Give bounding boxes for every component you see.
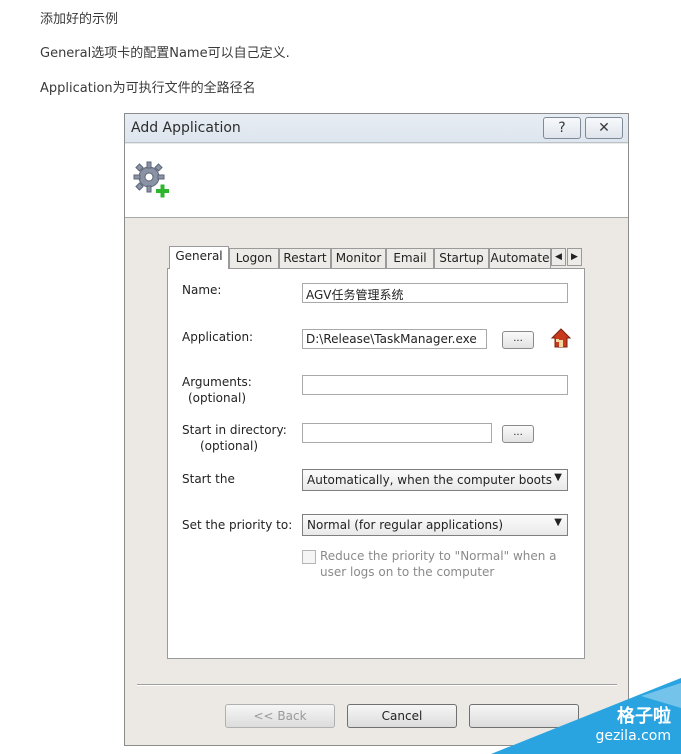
dialog-titlebar[interactable]: Add Application ? ✕ <box>125 114 628 143</box>
startdir-input[interactable] <box>302 423 492 443</box>
help-button[interactable]: ? <box>543 117 581 139</box>
tab-automate[interactable]: Automate <box>489 248 551 268</box>
startdir-optional-label: (optional) <box>200 439 258 453</box>
reduce-priority-checkbox[interactable] <box>302 550 316 564</box>
back-button[interactable]: << Back <box>225 704 335 728</box>
reduce-priority-label-line1: Reduce the priority to "Normal" when a <box>320 549 557 563</box>
tab-monitor[interactable]: Monitor <box>331 248 386 268</box>
tab-email[interactable]: Email <box>386 248 434 268</box>
name-input[interactable]: AGV任务管理系统 <box>302 283 568 303</box>
chevron-down-icon: ▼ <box>554 517 562 528</box>
tab-scroll-right-icon[interactable]: ▶ <box>567 248 582 266</box>
tab-restart[interactable]: Restart <box>279 248 331 268</box>
gezila-watermark: 格子啦 gezila.com <box>491 678 681 754</box>
tab-startup[interactable]: Startup <box>434 248 489 268</box>
chevron-down-icon: ▼ <box>554 472 562 483</box>
dialog-header <box>125 144 628 218</box>
gear-add-icon <box>132 160 172 200</box>
watermark-text-url: gezila.com <box>595 728 671 744</box>
application-input[interactable]: D:\Release\TaskManager.exe <box>302 329 487 349</box>
arguments-label: Arguments: <box>182 375 252 389</box>
application-browse-button[interactable]: ... <box>502 331 534 349</box>
dialog-title: Add Application <box>131 120 241 136</box>
priority-value: Normal (for regular applications) <box>307 518 504 532</box>
tab-scroll-left-icon[interactable]: ◀ <box>551 248 566 266</box>
priority-select[interactable]: Normal (for regular applications) ▼ <box>302 514 568 536</box>
application-label: Application: <box>182 330 254 344</box>
arguments-input[interactable] <box>302 375 568 395</box>
cancel-button[interactable]: Cancel <box>347 704 457 728</box>
arguments-optional-label: (optional) <box>188 391 246 405</box>
house-icon[interactable] <box>550 327 572 349</box>
reduce-priority-label-line2: user logs on to the computer <box>320 565 495 579</box>
tab-logon[interactable]: Logon <box>229 248 279 268</box>
start-mode-select[interactable]: Automatically, when the computer boots ▼ <box>302 469 568 491</box>
close-button[interactable]: ✕ <box>585 117 623 139</box>
start-label: Start the <box>182 472 235 486</box>
watermark-text-cn: 格子啦 <box>617 706 671 727</box>
article-line-2: General选项卡的配置Name可以自己定义. <box>40 46 290 61</box>
startdir-browse-button[interactable]: ... <box>502 425 534 443</box>
article-line-1: 添加好的示例 <box>40 12 119 27</box>
start-mode-value: Automatically, when the computer boots <box>307 473 552 487</box>
name-label: Name: <box>182 283 222 297</box>
general-tab-panel: Name: AGV任务管理系统 Application: D:\Release\… <box>167 268 585 659</box>
add-application-dialog: Add Application ? ✕ General Logon Restar… <box>124 113 629 746</box>
article-line-3: Application为可执行文件的全路径名 <box>40 81 256 96</box>
startdir-label: Start in directory: <box>182 423 287 437</box>
priority-label: Set the priority to: <box>182 518 293 532</box>
tab-general[interactable]: General <box>169 246 229 269</box>
